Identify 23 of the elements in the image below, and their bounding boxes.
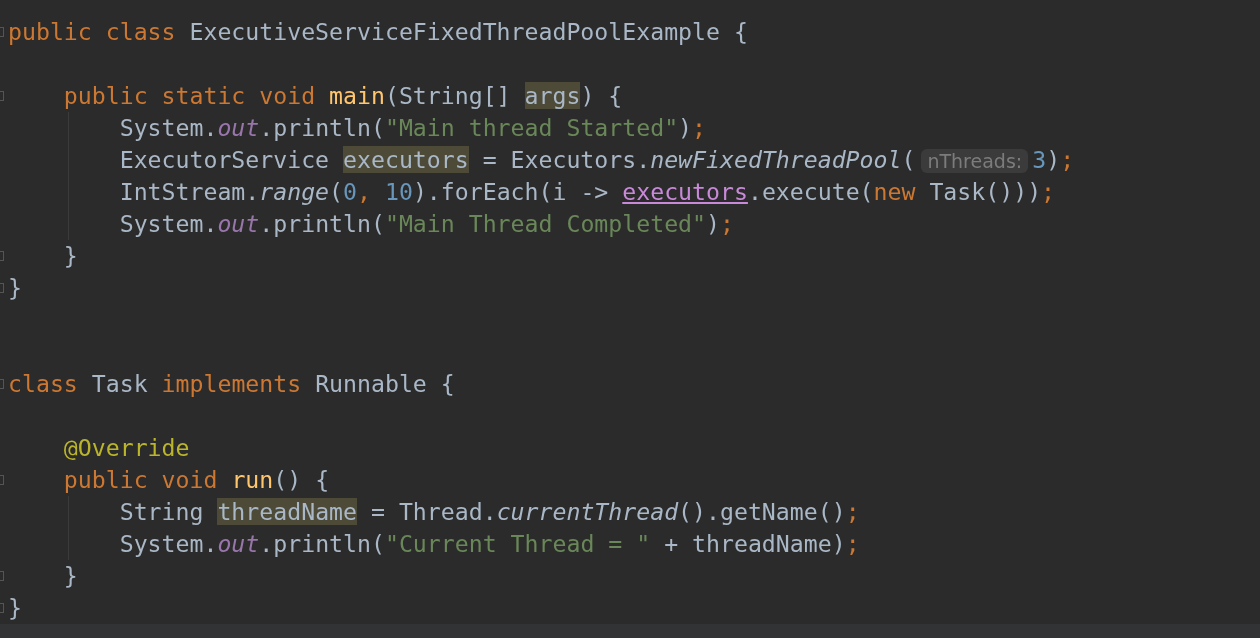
fold-marker-icon[interactable] [0,91,4,101]
code-line: public void run() { [62,465,330,495]
fold-marker-icon[interactable] [0,379,4,389]
code-line: public class ExecutiveServiceFixedThreadPoolExample { [8,17,748,47]
code-line: System.out.println("Current Thread = " + threadName); [118,529,860,559]
code-line: @Override [62,433,190,463]
fold-marker-icon[interactable] [0,571,4,581]
code-line: System.out.println("Main thread Started"); [118,113,707,143]
code-line: IntStream.range(0, 10).forEach(i -> executors.execute(new Task())); [118,177,1056,207]
code-line: } [62,561,78,591]
code-line: } [8,273,22,303]
code-line: System.out.println("Main Thread Completed"); [118,209,734,239]
code-line: String threadName = Thread.currentThread().getName(); [118,497,860,527]
code-line: ExecutorService executors = Executors.newFixedThreadPool( nThreads: 3); [118,144,1075,175]
code-line: class Task implements Runnable { [8,369,455,399]
fold-marker-icon[interactable] [0,603,4,613]
fold-marker-icon[interactable] [0,283,4,293]
code-line: } [62,241,78,271]
code-line: } [8,593,22,623]
code-line: public static void main(String[] args) { [62,81,623,111]
fold-marker-icon[interactable] [0,27,4,37]
fold-marker-icon[interactable] [0,475,4,485]
fold-marker-icon[interactable] [0,251,4,261]
